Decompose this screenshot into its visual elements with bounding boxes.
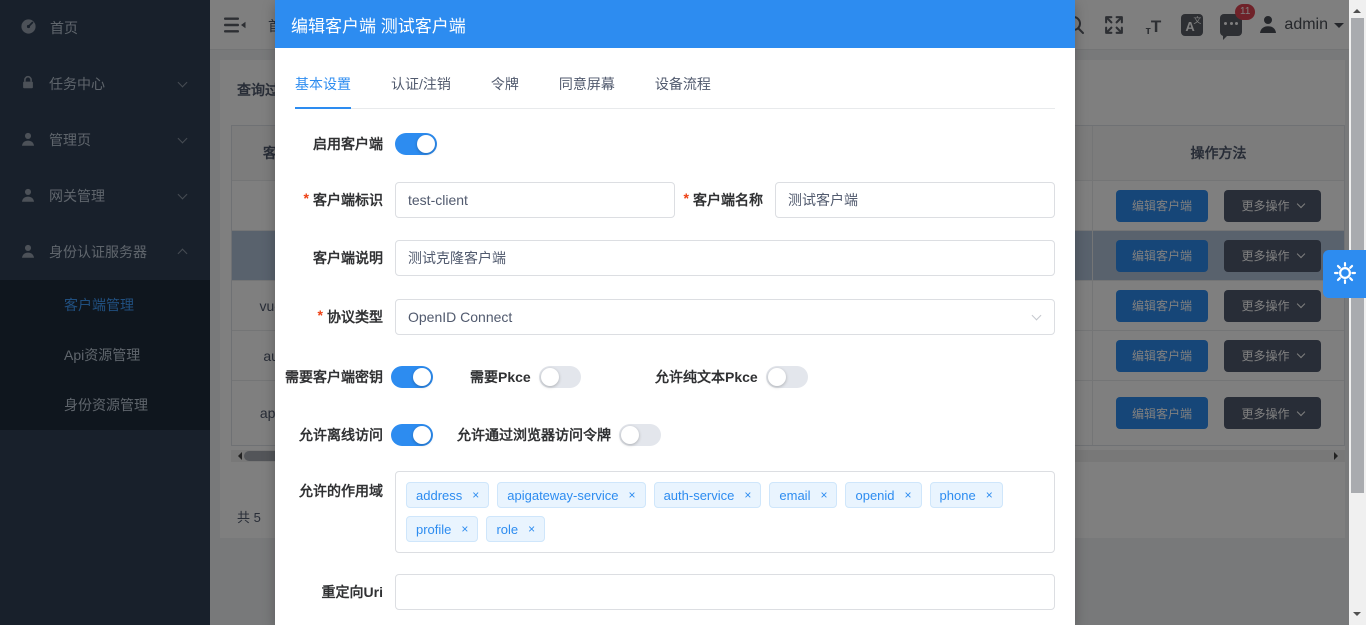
- field-label: 需要Pkce: [470, 367, 531, 387]
- toggle-knob: [417, 135, 435, 153]
- page-vertical-scrollbar[interactable]: [1349, 0, 1366, 625]
- settings-gear-button[interactable]: [1323, 250, 1366, 298]
- gear-icon: [1332, 260, 1358, 289]
- remove-tag-icon[interactable]: ×: [472, 488, 479, 502]
- field-label: 允许纯文本Pkce: [655, 367, 758, 387]
- toggle-knob: [768, 368, 786, 386]
- protocol-row: *协议类型 OpenID Connect: [295, 299, 1055, 335]
- remove-tag-icon[interactable]: ×: [986, 488, 993, 502]
- protocol-select[interactable]: OpenID Connect: [395, 299, 1055, 335]
- redirect-uri-input[interactable]: [395, 574, 1055, 610]
- client-desc-input[interactable]: [395, 240, 1055, 276]
- allowed-scopes-row: 允许的作用域 address× apigateway-service× auth…: [295, 471, 1055, 553]
- redirect-uri-row: 重定向Uri: [295, 574, 1055, 610]
- remove-tag-icon[interactable]: ×: [629, 488, 636, 502]
- client-id-input[interactable]: [395, 182, 675, 218]
- scroll-down-arrow-icon[interactable]: [1353, 612, 1361, 620]
- scroll-up-arrow-icon[interactable]: [1353, 5, 1361, 13]
- require-pkce-toggle[interactable]: [539, 366, 581, 388]
- chevron-down-icon: [1032, 311, 1042, 321]
- client-desc-row: 客户端说明: [295, 240, 1055, 276]
- client-name-input[interactable]: [775, 182, 1055, 218]
- remove-tag-icon[interactable]: ×: [820, 488, 827, 502]
- tab-basic-settings[interactable]: 基本设置: [295, 74, 351, 109]
- protocol-selected-value: OpenID Connect: [408, 309, 512, 325]
- field-label: *客户端标识: [295, 190, 383, 210]
- toggle-knob: [621, 426, 639, 444]
- scope-tag: address×: [406, 482, 489, 508]
- require-secret-toggle[interactable]: [391, 366, 433, 388]
- remove-tag-icon[interactable]: ×: [744, 488, 751, 502]
- toggle-knob: [541, 368, 559, 386]
- field-label: 允许的作用域: [295, 481, 383, 501]
- allow-plain-pkce-toggle[interactable]: [766, 366, 808, 388]
- scope-tag: role×: [486, 516, 545, 542]
- dialog-title: 编辑客户端 测试客户端: [275, 0, 1075, 48]
- tab-consent-screen[interactable]: 同意屏幕: [559, 74, 615, 108]
- allow-browser-token-toggle[interactable]: [619, 424, 661, 446]
- enable-client-row: 启用客户端: [295, 133, 1055, 155]
- allow-offline-group: 允许离线访问: [295, 424, 433, 446]
- tab-device-flow[interactable]: 设备流程: [655, 74, 711, 108]
- client-name-group: *客户端名称: [675, 182, 1055, 218]
- remove-tag-icon[interactable]: ×: [905, 488, 912, 502]
- tab-token[interactable]: 令牌: [491, 74, 519, 108]
- pkce-toggles-row: 需要客户端密钥 需要Pkce 允许纯文本Pkce: [295, 366, 1055, 388]
- edit-client-dialog: 编辑客户端 测试客户端 基本设置 认证/注销 令牌 同意屏幕 设备流程 启用客户…: [275, 0, 1075, 625]
- scope-tag: profile×: [406, 516, 478, 542]
- client-id-name-row: *客户端标识 *客户端名称: [295, 182, 1055, 218]
- required-asterisk: *: [318, 307, 323, 327]
- field-label: 允许离线访问: [295, 425, 383, 445]
- tab-auth-logout[interactable]: 认证/注销: [391, 74, 451, 108]
- field-label: *协议类型: [295, 307, 383, 327]
- scope-tag: apigateway-service×: [497, 482, 645, 508]
- field-label: 需要客户端密钥: [295, 367, 383, 387]
- toggle-knob: [413, 368, 431, 386]
- required-asterisk: *: [684, 190, 689, 210]
- enable-client-toggle[interactable]: [395, 133, 437, 155]
- scope-tag: phone×: [930, 482, 1003, 508]
- allow-browser-token-group: 允许通过浏览器访问令牌: [457, 424, 661, 446]
- field-label: 启用客户端: [295, 134, 383, 154]
- allow-plain-pkce-group: 允许纯文本Pkce: [655, 366, 808, 388]
- require-pkce-group: 需要Pkce: [470, 366, 581, 388]
- scope-tag: email×: [769, 482, 837, 508]
- remove-tag-icon[interactable]: ×: [461, 522, 468, 536]
- field-label: 重定向Uri: [295, 582, 383, 602]
- scopes-tag-box[interactable]: address× apigateway-service× auth-servic…: [395, 471, 1055, 553]
- field-label: *客户端名称: [675, 190, 763, 210]
- client-id-group: *客户端标识: [295, 182, 675, 218]
- dialog-tabs: 基本设置 认证/注销 令牌 同意屏幕 设备流程: [295, 48, 1055, 109]
- allow-offline-toggle[interactable]: [391, 424, 433, 446]
- access-toggles-row: 允许离线访问 允许通过浏览器访问令牌: [295, 424, 1055, 446]
- field-label: 允许通过浏览器访问令牌: [457, 425, 611, 445]
- required-asterisk: *: [304, 190, 309, 210]
- dialog-body: 基本设置 认证/注销 令牌 同意屏幕 设备流程 启用客户端 *客户端标识 *客户…: [275, 48, 1075, 610]
- toggle-knob: [413, 426, 431, 444]
- scope-tag: openid×: [845, 482, 921, 508]
- field-label: 客户端说明: [295, 248, 383, 268]
- require-secret-group: 需要客户端密钥: [295, 366, 433, 388]
- scope-tag: auth-service×: [654, 482, 762, 508]
- remove-tag-icon[interactable]: ×: [528, 522, 535, 536]
